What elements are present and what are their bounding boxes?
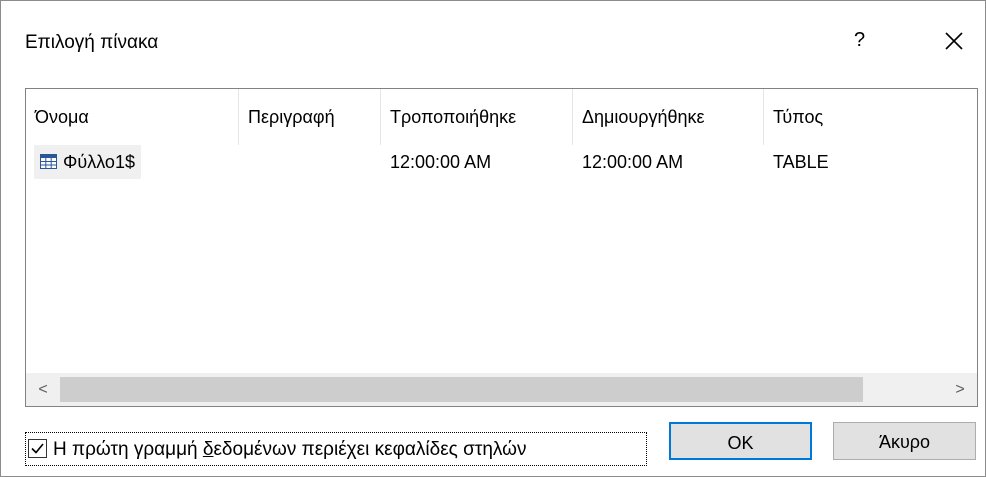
- checkmark-icon: [31, 443, 44, 454]
- checkbox-label-part: Η πρώτη γραμμή: [53, 439, 203, 460]
- column-header-created[interactable]: Δημιουργήθηκε: [573, 89, 764, 145]
- list-item[interactable]: Φύλλο1$ 12:00:00 AM 12:00:00 AM TABLE: [26, 145, 977, 179]
- column-header-description[interactable]: Περιγραφή: [239, 89, 381, 145]
- first-row-headers-checkbox[interactable]: Η πρώτη γραμμή δεδομένων περιέχει κεφαλί…: [25, 432, 647, 466]
- column-header-name[interactable]: Όνομα: [26, 89, 239, 145]
- close-icon: [945, 32, 963, 50]
- row-created-cell: 12:00:00 AM: [582, 152, 684, 172]
- list-header: Όνομα Περιγραφή Τροποποιήθηκε Δημιουργήθ…: [26, 89, 977, 145]
- help-button[interactable]: ?: [854, 29, 865, 52]
- row-modified-cell: 12:00:00 AM: [390, 152, 492, 172]
- column-header-modified[interactable]: Τροποποιήθηκε: [381, 89, 573, 145]
- column-header-type[interactable]: Τύπος: [764, 89, 977, 145]
- horizontal-scrollbar[interactable]: < >: [26, 373, 977, 406]
- checkbox-label: Η πρώτη γραμμή δεδομένων περιέχει κεφαλί…: [53, 439, 526, 461]
- close-button[interactable]: [936, 23, 972, 59]
- tables-list[interactable]: Όνομα Περιγραφή Τροποποιήθηκε Δημιουργήθ…: [25, 88, 978, 407]
- checkbox-label-mnemonic: δ: [202, 439, 214, 460]
- row-name-cell[interactable]: Φύλλο1$: [34, 145, 141, 179]
- row-type-cell: TABLE: [773, 152, 829, 172]
- scroll-right-arrow-icon[interactable]: >: [943, 373, 977, 406]
- checkbox-box[interactable]: [28, 439, 47, 458]
- title-bar: Επιλογή πίνακα ?: [1, 1, 985, 83]
- checkbox-label-part: εδομένων περιέχει κεφαλίδες στηλών: [213, 439, 527, 460]
- scroll-left-arrow-icon[interactable]: <: [26, 373, 60, 406]
- select-table-dialog: Επιλογή πίνακα ? Όνομα Περιγραφή Τροποπο…: [0, 0, 986, 477]
- cancel-button[interactable]: Άκυρο: [833, 422, 976, 460]
- row-name-text: Φύλλο1$: [63, 152, 135, 172]
- ok-button[interactable]: OK: [669, 422, 812, 460]
- table-icon: [40, 154, 57, 170]
- dialog-title: Επιλογή πίνακα: [25, 32, 159, 53]
- scrollbar-thumb[interactable]: [60, 377, 863, 402]
